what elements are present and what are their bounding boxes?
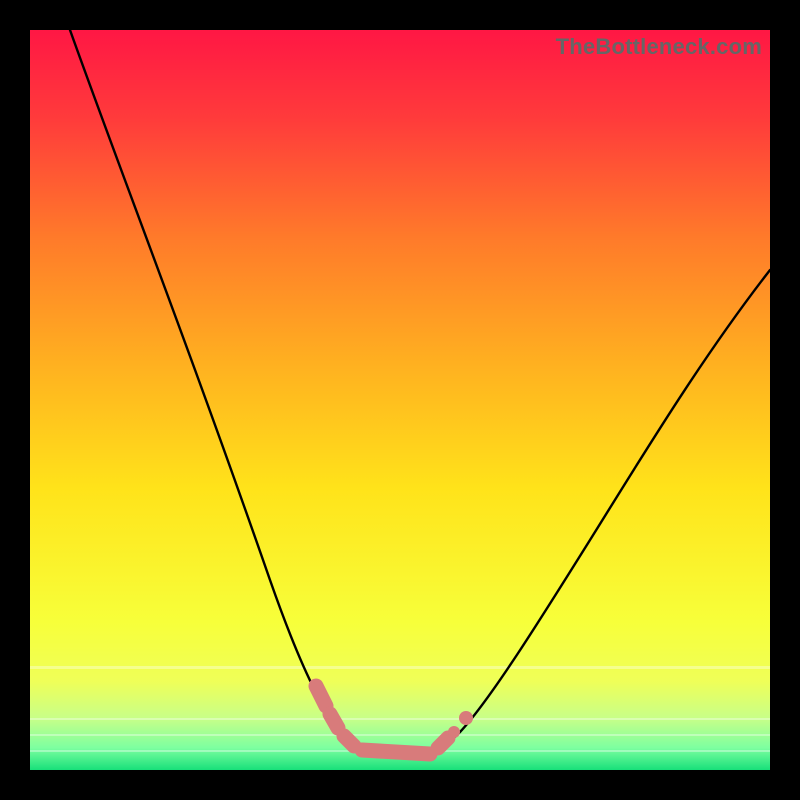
watermark-text: TheBottleneck.com	[556, 34, 762, 60]
chart-frame: TheBottleneck.com	[0, 0, 800, 800]
chart-plot-area: TheBottleneck.com	[30, 30, 770, 770]
gradient-background	[30, 30, 770, 770]
bottleneck-chart-svg	[30, 30, 770, 770]
